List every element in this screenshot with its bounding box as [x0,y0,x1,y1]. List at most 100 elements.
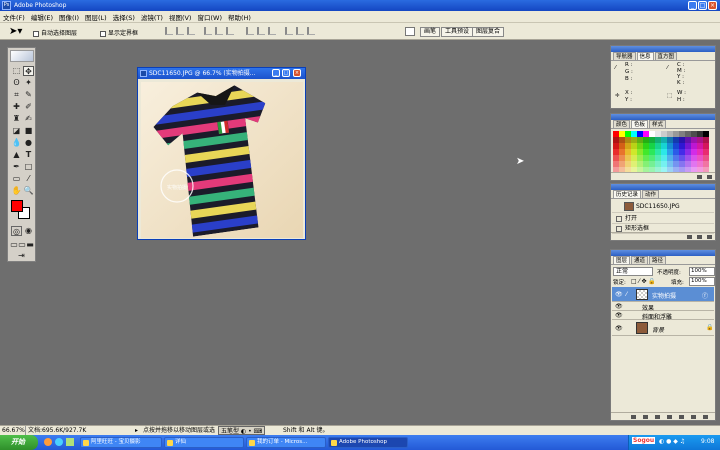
delete-history-icon[interactable] [707,235,712,239]
lasso-tool-icon[interactable]: ʘ [11,78,22,88]
tab-channels[interactable]: 通道 [631,256,649,264]
maximize-button[interactable]: □ [698,1,707,10]
task-aliwangwang[interactable]: 阿里旺旺 - 宝贝摄影 [80,437,162,448]
eyedropper-tool-icon[interactable]: ⁄ [23,174,34,184]
quicklaunch-ie-icon[interactable] [55,438,63,446]
align-bottom-icon[interactable] [187,27,195,35]
foreground-color-swatch[interactable] [11,200,23,212]
task-photoshop[interactable]: Adobe Photoshop [328,437,408,448]
tab-paths[interactable]: 路径 [649,256,667,264]
new-group-icon[interactable] [679,415,684,419]
distribute-vcenter-icon[interactable] [257,27,265,35]
menu-file[interactable]: 文件(F) [3,12,25,22]
menu-select[interactable]: 选择(S) [113,12,135,22]
move-tool-icon[interactable]: ✥ [23,66,34,76]
tray-icons[interactable]: ◐ ● ◆ ♫ [659,438,685,445]
brush-tool-icon[interactable]: ✐ [23,102,34,112]
tab-histogram[interactable]: 直方图 [654,52,678,60]
dock-tab-brushes[interactable]: 画笔 [420,27,441,37]
sogou-ime-icon[interactable]: Sogou [632,437,656,444]
marquee-tool-icon[interactable]: ⬚ [11,66,22,76]
swatch-grid[interactable] [613,131,709,173]
layer-style-icon[interactable] [643,415,648,419]
new-document-icon[interactable] [697,235,702,239]
align-top-icon[interactable] [165,27,173,35]
layer-effects-row[interactable]: 👁 效果 [612,302,714,312]
menu-image[interactable]: 图像(I) [59,12,79,22]
menu-window[interactable]: 窗口(W) [197,12,222,22]
quicklaunch-browser-icon[interactable] [44,438,52,446]
healing-brush-tool-icon[interactable]: ✚ [11,102,22,112]
auto-select-layer-option[interactable]: 自动选择图层 [33,28,77,37]
hand-tool-icon[interactable]: ✋ [11,186,22,196]
tab-color[interactable]: 颜色 [613,120,631,128]
dock-tab-layer-comps[interactable]: 图层复合 [472,27,505,37]
quicklaunch-desktop-icon[interactable] [66,438,74,446]
bevel-visibility-eye-icon[interactable]: 👁 [615,312,623,319]
layer-bevel-row[interactable]: 👁 斜面和浮雕 [612,311,714,321]
history-brush-tool-icon[interactable]: ✍ [23,114,34,124]
magic-wand-tool-icon[interactable]: ✦ [23,78,34,88]
document-window[interactable]: SDC11650.JPG @ 66.7% (实物拍摄... _ □ × 实物拍摄 [137,67,306,240]
document-maximize-button[interactable]: □ [282,69,290,77]
blend-mode-select[interactable]: 正常 [613,267,653,276]
lock-icons[interactable]: □ ⁄ ✥ 🔒 [631,278,656,285]
clone-stamp-tool-icon[interactable]: ♜ [11,114,22,124]
menu-help[interactable]: 帮助(H) [228,12,251,22]
dodge-tool-icon[interactable]: ● [23,138,34,148]
close-button[interactable]: × [708,1,717,10]
screen-mode-standard-icon[interactable]: ▭ [10,240,18,250]
show-bounds-option[interactable]: 显示定界框 [100,28,138,37]
auto-select-checkbox[interactable] [33,30,39,37]
menu-layer[interactable]: 图层(L) [85,12,107,22]
history-snapshot[interactable]: SDC11650.JPG [612,200,714,213]
layer-effects-icon[interactable]: ⓕ [702,291,708,300]
history-step-open[interactable]: 打开 [612,214,714,224]
layer-row-selected[interactable]: 👁 ⁄ 实物拍摄 ⓕ [612,287,714,302]
menu-filter[interactable]: 滤镜(T) [141,12,163,22]
layer-visibility-eye-icon[interactable]: 👁 [615,291,623,298]
new-snapshot-icon[interactable] [687,235,692,239]
distribute-hcenter-icon[interactable] [296,27,304,35]
distribute-bottom-icon[interactable] [268,27,276,35]
distribute-right-icon[interactable] [307,27,315,35]
align-hcenter-icon[interactable] [215,27,223,35]
blur-tool-icon[interactable]: 💧 [11,138,22,148]
tab-actions[interactable]: 动作 [642,190,660,198]
document-minimize-button[interactable]: _ [272,69,280,77]
eraser-tool-icon[interactable]: ◪ [11,126,22,136]
menu-view[interactable]: 视图(V) [169,12,192,22]
background-visibility-eye-icon[interactable]: 👁 [615,325,623,332]
path-selection-tool-icon[interactable]: ▲ [11,150,22,160]
fill-input[interactable]: 100% [689,277,715,286]
pen-tool-icon[interactable]: ✒ [11,162,22,172]
quick-mask-icon[interactable]: ◉ [23,226,34,236]
screen-mode-full-icon[interactable]: ▬ [26,240,34,250]
zoom-level[interactable]: 66.67% [2,426,26,435]
notes-tool-icon[interactable]: ▭ [11,174,22,184]
document-close-button[interactable]: × [293,69,301,77]
slice-tool-icon[interactable]: ✎ [23,90,34,100]
tab-styles[interactable]: 样式 [649,120,667,128]
align-vcenter-icon[interactable] [176,27,184,35]
tab-swatches[interactable]: 色板 [631,120,649,128]
layer-brush-icon[interactable]: ⁄ [626,291,627,298]
jump-to-imageready-icon[interactable]: ⇥ [16,251,27,261]
task-my-orders[interactable]: 我的订单 - Micros... [246,437,326,448]
distribute-top-icon[interactable] [246,27,254,35]
tab-info[interactable]: 信息 [636,52,654,60]
status-arrow-icon[interactable]: ▸ [135,426,138,435]
delete-swatch-icon[interactable] [707,175,712,179]
tab-history[interactable]: 历史记录 [613,190,642,198]
ime-status-bar[interactable]: 五笔型 ◐ • ⌨ [218,426,266,435]
standard-mode-icon[interactable]: ◎ [11,226,22,236]
gradient-tool-icon[interactable]: ■ [23,126,34,136]
image-canvas[interactable]: 实物拍摄 [141,82,303,238]
move-tool-preset-icon[interactable]: ➤▾ [9,26,22,37]
shape-tool-icon[interactable]: □ [23,162,34,172]
align-right-icon[interactable] [226,27,234,35]
new-swatch-icon[interactable] [697,175,702,179]
tab-navigator[interactable]: 导航器 [613,52,636,60]
tab-layers[interactable]: 图层 [613,256,631,264]
minimize-button[interactable]: _ [688,1,697,10]
